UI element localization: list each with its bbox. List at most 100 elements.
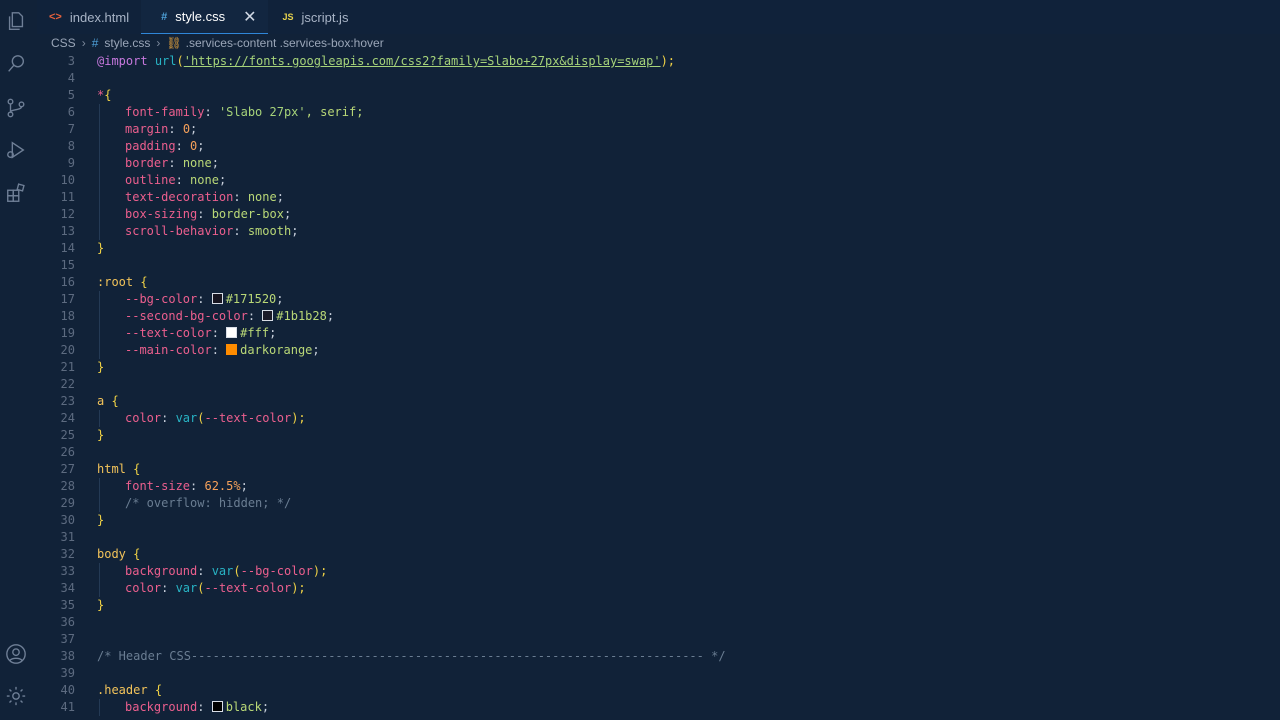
- code-line: @import url('https://fonts.googleapis.co…: [97, 53, 675, 70]
- token: 0: [182, 122, 191, 136]
- breadcrumb-lang[interactable]: CSS: [51, 36, 76, 50]
- token: }: [97, 360, 105, 374]
- token: {: [104, 88, 112, 102]
- code-line: padding: 0;: [97, 138, 205, 155]
- line-number: 29: [60, 496, 75, 510]
- line-number: 3: [67, 54, 75, 68]
- settings-gear-icon[interactable]: [5, 685, 27, 707]
- token: :: [233, 224, 248, 238]
- token: :: [197, 564, 212, 578]
- token: color: [125, 581, 162, 595]
- token: , serif;: [305, 105, 364, 119]
- token: :: [211, 343, 227, 357]
- token: (: [176, 54, 184, 68]
- code-editor[interactable]: 3 4 5 6 7 8 9 10 11 12 13 14 15 16 17 18 19 20 21 22 23 24 25 2…: [37, 53, 1280, 720]
- token: {: [133, 547, 141, 561]
- code-line: margin: 0;: [97, 121, 197, 138]
- code-line: --bg-color: #171520;: [97, 291, 284, 308]
- css-file-icon: #: [91, 36, 99, 50]
- token: :: [190, 479, 205, 493]
- breadcrumb-file[interactable]: style.css: [104, 36, 150, 50]
- token: :: [211, 326, 227, 340]
- token: font-family: [125, 105, 205, 119]
- token: ;: [291, 224, 299, 238]
- code-line: a {: [97, 393, 119, 410]
- token: --text-color: [204, 411, 292, 425]
- tab-style-css[interactable]: # style.css ✕: [141, 0, 269, 34]
- token: --text-color: [204, 581, 292, 595]
- token: );: [660, 54, 676, 68]
- token: ;: [218, 173, 227, 187]
- token: html: [97, 462, 126, 476]
- line-number: 40: [60, 683, 75, 697]
- tab-label: jscript.js: [301, 9, 349, 25]
- token: ;: [197, 139, 205, 153]
- token: :: [168, 122, 183, 136]
- code-line: }: [97, 597, 104, 614]
- line-number: 32: [60, 547, 75, 561]
- token: ;: [190, 122, 198, 136]
- run-debug-icon[interactable]: [5, 139, 27, 161]
- extensions-icon[interactable]: [5, 182, 27, 204]
- source-control-icon[interactable]: [5, 97, 27, 119]
- code-line: .header {: [97, 682, 162, 699]
- code-line: /* overflow: hidden; */: [97, 495, 291, 512]
- line-number: 24: [60, 411, 75, 425]
- line-number: 19: [60, 326, 75, 340]
- token: body: [97, 547, 126, 561]
- code-line: font-size: 62.5%;: [97, 478, 248, 495]
- code-line: text-decoration: none;: [97, 189, 284, 206]
- search-icon[interactable]: [5, 53, 27, 75]
- token: outline: [125, 173, 176, 187]
- token: ;: [326, 309, 335, 323]
- line-number: 20: [60, 343, 75, 357]
- code-line: scroll-behavior: smooth;: [97, 223, 298, 240]
- line-number: 5: [67, 88, 75, 102]
- token: --bg-color: [240, 564, 313, 578]
- color-swatch[interactable]: [226, 327, 238, 338]
- token: --text-color: [125, 326, 212, 340]
- token: :: [175, 173, 191, 187]
- token: black: [225, 700, 262, 714]
- token: #171520: [225, 292, 277, 306]
- tab-label: style.css: [175, 9, 226, 24]
- color-swatch[interactable]: [211, 293, 223, 304]
- code-line: border: none;: [97, 155, 219, 172]
- token: @import: [97, 54, 148, 68]
- token: box-sizing: [125, 207, 198, 221]
- token: .header: [97, 683, 148, 697]
- line-number: 34: [60, 581, 75, 595]
- token: none: [247, 190, 277, 204]
- token: {: [133, 462, 141, 476]
- token: :: [197, 292, 212, 306]
- token: smooth: [247, 224, 292, 238]
- code-line: background: var(--bg-color);: [97, 563, 327, 580]
- close-tab-icon[interactable]: ✕: [243, 7, 256, 27]
- code-line: /* Header CSS---------------------------…: [97, 648, 726, 665]
- code-line: body {: [97, 546, 140, 563]
- token: url: [154, 54, 177, 68]
- token: }: [97, 598, 105, 612]
- token: );: [291, 581, 306, 595]
- token: :root: [97, 275, 134, 289]
- code-line: *{: [97, 87, 111, 104]
- token: {: [111, 394, 119, 408]
- line-number: 26: [60, 445, 75, 459]
- token: );: [291, 411, 306, 425]
- line-number: 7: [67, 122, 75, 136]
- color-swatch[interactable]: [262, 310, 274, 321]
- tab-index-html[interactable]: <> index.html: [37, 0, 141, 34]
- tab-jscript-js[interactable]: JS jscript.js: [268, 0, 360, 34]
- url-link[interactable]: 'https://fonts.googleapis.com/css2?famil…: [184, 54, 661, 68]
- account-icon[interactable]: [5, 643, 27, 665]
- line-number: 15: [60, 258, 75, 272]
- color-swatch[interactable]: [226, 344, 238, 355]
- token: var: [175, 411, 198, 425]
- breadcrumb-selector[interactable]: .services-content .services-box:hover: [186, 36, 384, 50]
- line-number: 39: [60, 666, 75, 680]
- color-swatch[interactable]: [211, 701, 223, 712]
- token: var: [175, 581, 198, 595]
- line-number: 33: [60, 564, 75, 578]
- token: ;: [240, 479, 248, 493]
- explorer-icon[interactable]: [5, 10, 27, 32]
